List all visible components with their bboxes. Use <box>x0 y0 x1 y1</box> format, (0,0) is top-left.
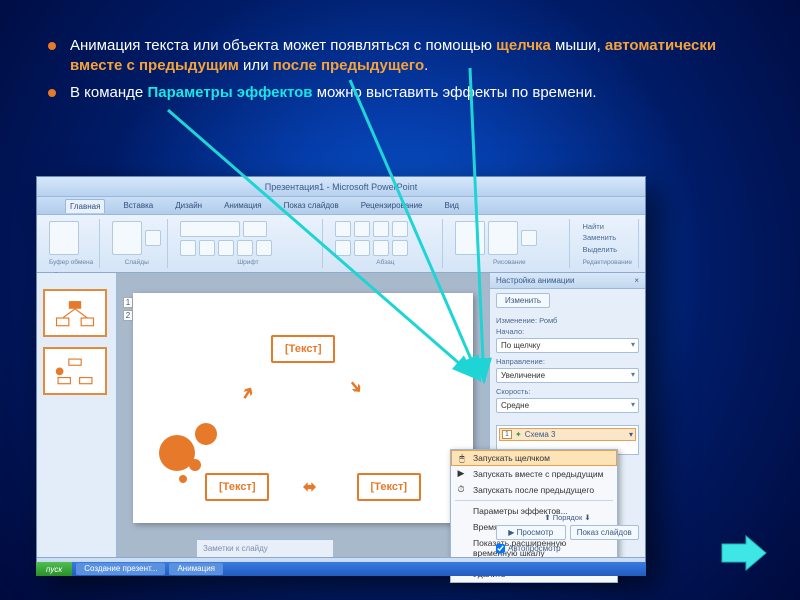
reorder-label: Порядок <box>553 513 583 522</box>
modify-label: Изменение: Ромб <box>496 316 639 325</box>
animation-task-pane: Настройка анимации × Изменить Изменение:… <box>489 273 645 557</box>
tab-insert[interactable]: Вставка <box>119 199 157 212</box>
smartart-arrow-icon: ➔ <box>344 375 368 398</box>
smartart-node-bl[interactable]: [Текст] <box>205 473 269 501</box>
direction-dropdown[interactable]: Увеличение <box>496 368 639 383</box>
ribbon-group-font: Шрифт <box>174 219 322 268</box>
tab-animation[interactable]: Анимация <box>220 199 266 212</box>
taskbar-item[interactable]: Анимация <box>169 563 223 575</box>
slide-canvas[interactable]: [Текст] [Текст] [Текст] ➔ ⬌ ➔ <box>133 293 473 523</box>
autopreview-checkbox[interactable]: Автопросмотр <box>496 544 639 553</box>
slide-thumb-2[interactable] <box>43 347 107 395</box>
ribbon-tabs: Главная Вставка Дизайн Анимация Показ сл… <box>37 197 645 215</box>
ribbon-group-drawing: Рисование <box>449 219 570 268</box>
start-dropdown[interactable]: По щелчку <box>496 338 639 353</box>
play-icon: ▶ <box>455 468 467 480</box>
effect-list-item[interactable]: 1✦ Схема 3 ▾ <box>499 428 636 441</box>
smartart-arrow-icon: ➔ <box>236 382 260 404</box>
task-pane-title: Настройка анимации × <box>490 273 645 289</box>
window-titlebar: Презентация1 - Microsoft PowerPoint <box>37 177 645 197</box>
ctx-start-afterprev[interactable]: ⏱Запускать после предыдущего <box>451 482 617 498</box>
ribbon-group-clipboard: Буфер обмена <box>43 219 100 268</box>
speed-dropdown[interactable]: Средне <box>496 398 639 413</box>
bullet-2-hl-params: Параметры эффектов <box>147 84 312 101</box>
ctx-start-withprev[interactable]: ▶Запускать вместе с предыдущим <box>451 466 617 482</box>
tab-home[interactable]: Главная <box>65 199 105 213</box>
chevron-down-icon[interactable]: ▾ <box>629 430 633 439</box>
smartart-node-top[interactable]: [Текст] <box>271 335 335 363</box>
close-icon[interactable]: × <box>634 276 639 285</box>
clock-icon: ⏱ <box>455 484 467 496</box>
new-slide-button[interactable] <box>112 221 142 255</box>
preview-button[interactable]: ▶ Просмотр <box>496 525 566 540</box>
tab-view[interactable]: Вид <box>441 199 463 212</box>
slideshow-button[interactable]: Показ слайдов <box>570 525 640 540</box>
tab-slideshow[interactable]: Показ слайдов <box>280 199 343 212</box>
ribbon-group-slides: Слайды <box>106 219 168 268</box>
slide-canvas-area: 1 2 [Текст] [Текст] [Текст] ➔ ⬌ ➔ Заметк… <box>117 273 489 557</box>
ribbon: Буфер обмена Слайды Шрифт Абзац Рисовани… <box>37 215 645 273</box>
outline-nums: 1 2 <box>123 297 133 321</box>
change-effect-button[interactable]: Изменить <box>496 293 550 308</box>
replace-button[interactable]: Заменить <box>582 232 632 243</box>
bullet-1-hl-afterprev: после предыдущего <box>273 57 424 74</box>
smartart-node-br[interactable]: [Текст] <box>357 473 421 501</box>
ribbon-group-editing: Найти Заменить Выделить Редактирование <box>576 219 639 268</box>
find-button[interactable]: Найти <box>582 221 632 232</box>
mouse-icon: 🖱 <box>456 453 468 465</box>
slide-thumb-1[interactable] <box>43 289 107 337</box>
select-button[interactable]: Выделить <box>582 244 632 255</box>
bullet-1-text-a: Анимация текста или объекта может появля… <box>70 37 496 54</box>
bullet-2: В команде Параметры эффектов можно выста… <box>48 83 770 103</box>
thumbnail-panel <box>37 273 117 557</box>
effect-star-icon: ✦ <box>515 430 522 439</box>
slide-bullets: Анимация текста или объекта может появля… <box>48 36 770 109</box>
powerpoint-window: Презентация1 - Microsoft PowerPoint Глав… <box>36 176 646 576</box>
tab-design[interactable]: Дизайн <box>171 199 206 212</box>
taskbar-item[interactable]: Создание презент... <box>76 563 165 575</box>
tab-review[interactable]: Рецензирование <box>357 199 427 212</box>
ctx-start-onclick[interactable]: 🖱Запускать щелчком <box>451 450 617 466</box>
windows-taskbar: пуск Создание презент... Анимация <box>36 562 646 576</box>
ribbon-group-paragraph: Абзац <box>329 219 444 268</box>
bullet-1-hl-click: щелчка <box>496 37 551 54</box>
notes-placeholder[interactable]: Заметки к слайду <box>197 539 333 557</box>
next-slide-button[interactable] <box>720 534 768 572</box>
start-button[interactable]: пуск <box>36 562 72 576</box>
smartart-arrow-icon: ⬌ <box>303 477 316 497</box>
bullet-1: Анимация текста или объекта может появля… <box>48 36 770 77</box>
paste-button[interactable] <box>49 221 79 255</box>
